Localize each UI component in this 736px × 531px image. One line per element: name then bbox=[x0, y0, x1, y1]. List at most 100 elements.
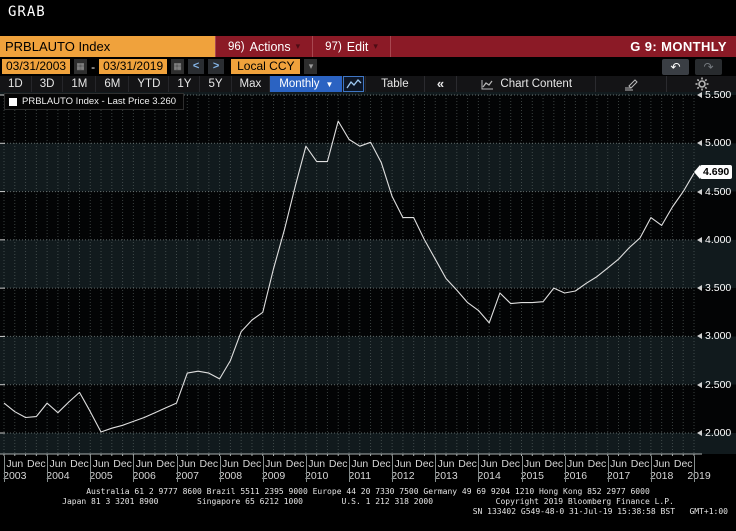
mini-chart-icon bbox=[481, 79, 494, 89]
x-axis-year-separator bbox=[694, 456, 695, 482]
last-price-axis-badge: 4.690 bbox=[694, 165, 733, 180]
line-chart-type-button[interactable] bbox=[343, 76, 365, 92]
x-axis-year-label: 2016 bbox=[563, 470, 588, 482]
chart-content-label: Chart Content bbox=[500, 78, 573, 90]
x-axis-year-separator bbox=[435, 456, 437, 482]
x-axis-year-separator bbox=[4, 456, 5, 482]
y-axis-tick: 5.000 bbox=[697, 137, 731, 149]
chart-content-button[interactable]: Chart Content bbox=[456, 76, 595, 92]
x-axis-year-label: 2010 bbox=[304, 470, 329, 482]
chart-legend[interactable]: PRBLAUTO Index - Last Price 3.260 bbox=[3, 93, 185, 110]
x-axis-month-label: Jun bbox=[653, 458, 671, 470]
x-axis-year-separator bbox=[90, 456, 92, 482]
edit-menu-button[interactable]: 97) Edit ▾ bbox=[312, 36, 390, 57]
y-axis-tick: 3.000 bbox=[697, 330, 731, 342]
redo-button[interactable]: ↷ bbox=[695, 58, 722, 75]
x-axis-year-separator bbox=[521, 456, 523, 482]
calendar-icon[interactable]: ▦ bbox=[74, 59, 88, 74]
chart-toolbar: 1D 3D 1M 6M YTD 1Y 5Y Max Monthly ▼ Table « Cha… bbox=[0, 76, 736, 92]
window-command-title: GRAB bbox=[8, 4, 46, 20]
x-axis-year-separator bbox=[133, 456, 135, 482]
x-axis-year-label: 2015 bbox=[520, 470, 544, 482]
x-axis-year-label: 2018 bbox=[649, 470, 674, 482]
annotate-button[interactable] bbox=[595, 76, 666, 92]
end-date-field[interactable]: 03/31/2019 bbox=[99, 59, 168, 74]
period-button-5y[interactable]: 5Y bbox=[199, 76, 230, 92]
period-buttons-group: 1D 3D 1M 6M YTD 1Y 5Y Max bbox=[0, 76, 269, 92]
start-date-field[interactable]: 03/31/2003 bbox=[2, 59, 71, 74]
currency-dropdown-caret-icon[interactable]: ▾ bbox=[304, 59, 318, 74]
range-back-button[interactable]: < bbox=[188, 59, 205, 74]
x-axis-month-label: Jun bbox=[92, 458, 110, 470]
x-axis-month-label: Dec bbox=[630, 458, 650, 470]
frequency-value: Monthly bbox=[279, 78, 320, 90]
x-axis-year-separator bbox=[650, 456, 652, 482]
table-button[interactable]: Table bbox=[365, 76, 424, 92]
range-forward-button[interactable]: > bbox=[208, 59, 225, 74]
price-chart-plot[interactable] bbox=[0, 92, 736, 456]
actions-label: Actions bbox=[249, 39, 291, 54]
x-axis-year-label: 2012 bbox=[391, 470, 415, 482]
x-axis-month-label: Jun bbox=[49, 458, 67, 470]
x-axis-month-label: Jun bbox=[308, 458, 326, 470]
x-axis-month-label: Dec bbox=[156, 458, 176, 470]
x-axis-year-label: 2011 bbox=[348, 470, 372, 482]
y-axis-tick-label: 5.000 bbox=[705, 137, 732, 150]
x-axis-year-label: 2003 bbox=[3, 470, 27, 482]
plot-background-band bbox=[0, 384, 736, 433]
period-button-1d[interactable]: 1D bbox=[0, 76, 31, 92]
y-axis-tick-label: 3.000 bbox=[705, 330, 732, 343]
tick-arrow-icon bbox=[697, 140, 702, 147]
period-button-6m[interactable]: 6M bbox=[95, 76, 128, 92]
x-axis-year-separator bbox=[176, 456, 178, 482]
edit-label: Edit bbox=[346, 39, 369, 54]
x-axis-month-label: Jun bbox=[221, 458, 239, 470]
period-button-max[interactable]: Max bbox=[230, 76, 270, 92]
y-axis-tick-label: 2.000 bbox=[705, 426, 732, 439]
x-axis-month-label: Jun bbox=[394, 458, 412, 470]
x-axis-month-label: Jun bbox=[566, 458, 584, 470]
x-axis-year-label: 2006 bbox=[132, 470, 156, 482]
x-axis-year-separator bbox=[607, 456, 609, 482]
undo-button[interactable]: ↶ bbox=[662, 58, 689, 75]
period-button-1m[interactable]: 1M bbox=[62, 76, 95, 92]
security-ticker-field[interactable]: PRBLAUTO Index bbox=[0, 36, 215, 57]
period-button-1y[interactable]: 1Y bbox=[168, 76, 199, 92]
x-axis-month-label: Dec bbox=[328, 458, 348, 470]
frequency-dropdown[interactable]: Monthly ▼ bbox=[269, 76, 343, 92]
x-axis-month-label: Jun bbox=[437, 458, 455, 470]
period-button-ytd[interactable]: YTD bbox=[128, 76, 168, 92]
x-axis-year-separator bbox=[262, 456, 264, 482]
x-axis-month-label: Dec bbox=[673, 458, 693, 470]
y-axis-tick: 2.000 bbox=[697, 427, 731, 439]
footer-contact-line-1: Australia 61 2 9777 8600 Brazil 5511 239… bbox=[86, 487, 650, 496]
calendar-icon[interactable]: ▦ bbox=[171, 59, 185, 74]
x-axis-year-label: 2009 bbox=[261, 470, 286, 482]
x-axis-month-label: Dec bbox=[242, 458, 262, 470]
y-axis-tick: 5.500 bbox=[697, 89, 731, 101]
x-axis-month-label: Jun bbox=[351, 458, 369, 470]
actions-menu-button[interactable]: 96) Actions ▾ bbox=[215, 36, 312, 57]
y-axis-tick-label: 4.000 bbox=[705, 233, 732, 246]
x-axis-year-label: 2013 bbox=[434, 470, 458, 482]
range-separator: - bbox=[91, 59, 96, 74]
tick-arrow-icon bbox=[697, 188, 702, 195]
x-axis-month-label: Dec bbox=[113, 458, 132, 470]
x-axis-year-separator bbox=[47, 456, 49, 482]
plot-background-band bbox=[0, 143, 736, 192]
line-chart-icon bbox=[346, 79, 362, 89]
page-indicator: G 9: MONTHLY bbox=[630, 39, 727, 54]
x-axis-month-label: Jun bbox=[523, 458, 541, 470]
date-range-bar: 03/31/2003 ▦ - 03/31/2019 ▦ < > Local CC… bbox=[0, 57, 736, 76]
x-axis-month-label: Jun bbox=[610, 458, 627, 470]
x-axis-month-label: Dec bbox=[415, 458, 434, 470]
y-axis-tick-label: 3.500 bbox=[705, 282, 732, 295]
period-button-3d[interactable]: 3D bbox=[30, 76, 63, 92]
y-axis-tick: 4.000 bbox=[697, 234, 731, 246]
collapse-panel-button[interactable]: « bbox=[423, 76, 457, 92]
x-axis-year-label: 2004 bbox=[46, 470, 70, 482]
tick-arrow-icon bbox=[697, 285, 702, 292]
currency-select[interactable]: Local CCY bbox=[231, 59, 301, 74]
x-axis-month-label: Dec bbox=[199, 458, 219, 470]
plot-background-band bbox=[0, 288, 736, 337]
